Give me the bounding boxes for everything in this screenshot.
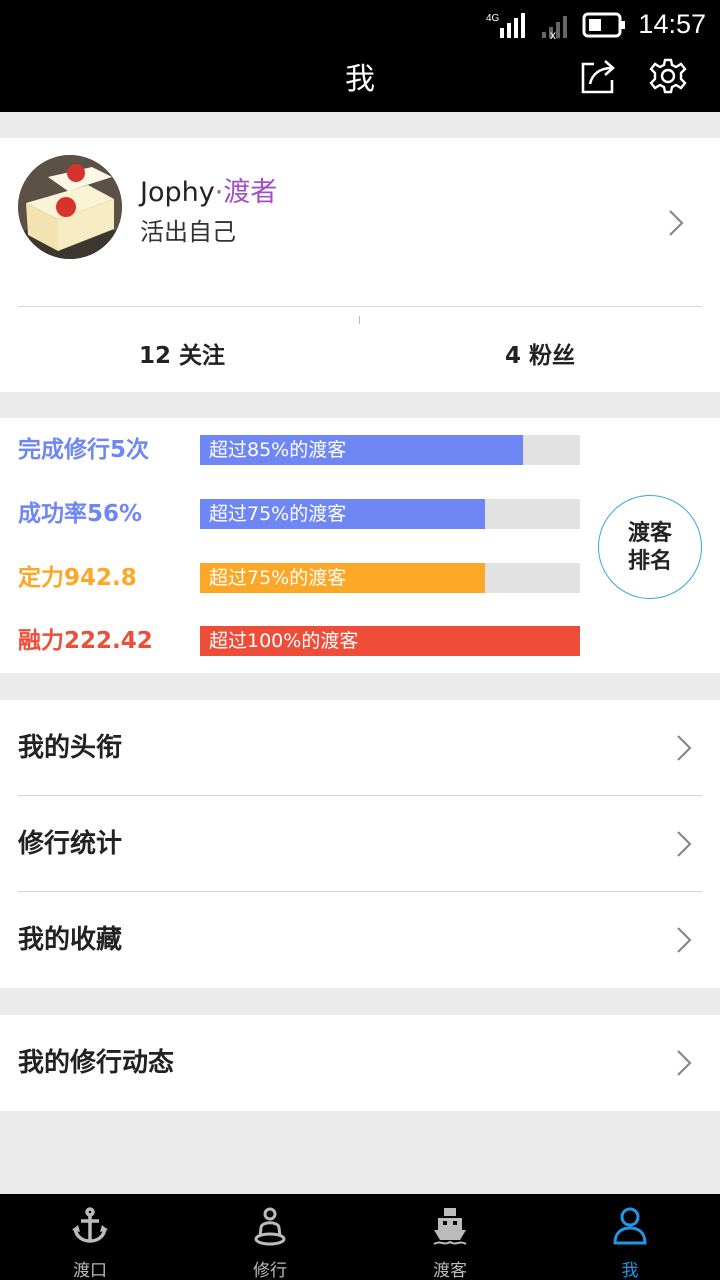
meditation-icon: [254, 1207, 286, 1246]
divider-tick: [359, 316, 360, 324]
svg-text:4G: 4G: [486, 13, 500, 24]
rank-label: 完成修行5次: [18, 437, 150, 463]
rank-label: 成功率56%: [18, 501, 143, 527]
menu-item-label: 我的收藏: [18, 925, 123, 955]
progress-track: 超过75%的渡客: [200, 499, 580, 529]
chevron-right-icon: [677, 831, 692, 857]
fans-count[interactable]: 4 粉丝: [505, 336, 575, 370]
username: Jophy: [140, 177, 215, 208]
profile-name: Jophy·渡者: [140, 170, 277, 209]
status-bar: 4G x 14:57: [0, 0, 720, 50]
clock: 14:57: [638, 9, 706, 39]
menu-item-statistics[interactable]: 修行统计: [0, 796, 720, 892]
chevron-right-icon: [677, 927, 692, 953]
battery-icon: [582, 12, 625, 38]
profile-card[interactable]: Jophy·渡者 活出自己 12 关注 4 粉丝: [0, 138, 720, 392]
tab-passengers[interactable]: 渡客: [360, 1194, 540, 1280]
gear-icon[interactable]: [648, 56, 688, 96]
progress-text: 超过100%的渡客: [209, 630, 359, 652]
divider: [18, 306, 702, 307]
menu-item-label: 我的头衔: [18, 733, 123, 763]
tab-me[interactable]: 我: [540, 1194, 720, 1280]
menu-item-activity[interactable]: 我的修行动态: [0, 1015, 720, 1111]
progress-track: 超过100%的渡客: [200, 626, 580, 656]
progress-track: 超过85%的渡客: [200, 435, 580, 465]
progress-text: 超过75%的渡客: [209, 503, 347, 525]
menu-item-favorites[interactable]: 我的收藏: [0, 892, 720, 988]
rank-row-completed: 完成修行5次 超过85%的渡客: [0, 430, 600, 470]
user-role: ·渡者: [214, 177, 278, 208]
ranking-button-line2: 排名: [627, 549, 672, 574]
person-icon: [613, 1207, 647, 1245]
tab-ferry[interactable]: 渡口: [0, 1194, 180, 1280]
ranking-button-line1: 渡客: [627, 521, 672, 546]
progress-text: 超过75%的渡客: [209, 567, 347, 589]
chevron-right-icon: [669, 210, 684, 236]
chevron-right-icon: [677, 1050, 692, 1076]
signal-none-icon: x: [542, 16, 567, 40]
signal-4g-icon: 4G: [486, 13, 525, 38]
share-icon[interactable]: [578, 56, 618, 96]
boat-icon: [433, 1208, 467, 1245]
progress-text: 超过85%的渡客: [209, 439, 347, 461]
follow-count[interactable]: 12 关注: [139, 336, 225, 370]
rank-row-fusion: 融力222.42 超过100%的渡客: [0, 621, 600, 661]
rank-label: 定力942.8: [18, 565, 137, 591]
tab-label: 渡口: [73, 1261, 107, 1280]
rank-row-success: 成功率56% 超过75%的渡客: [0, 494, 600, 534]
tab-practice[interactable]: 修行: [180, 1194, 360, 1280]
anchor-icon: [72, 1207, 108, 1243]
rank-label: 融力222.42: [18, 628, 153, 654]
ferry-ranking-button[interactable]: 渡客 排名: [598, 495, 702, 599]
profile-motto: 活出自己: [140, 218, 236, 246]
tab-label: 我: [621, 1261, 639, 1280]
bottom-tab-bar: 渡口 修行 渡客 我: [0, 1194, 720, 1280]
tab-label: 渡客: [433, 1261, 467, 1280]
chevron-right-icon: [677, 735, 692, 761]
menu-item-label: 我的修行动态: [18, 1048, 175, 1078]
avatar-image: [18, 155, 122, 259]
navbar: 我: [0, 50, 720, 112]
progress-track: 超过75%的渡客: [200, 563, 580, 593]
rank-row-focus: 定力942.8 超过75%的渡客: [0, 558, 600, 598]
menu-item-label: 修行统计: [18, 829, 123, 859]
ranking-card: 完成修行5次 超过85%的渡客 成功率56% 超过75%的渡客 定力942.8 …: [0, 418, 720, 673]
menu-item-titles[interactable]: 我的头衔: [0, 700, 720, 796]
tab-label: 修行: [253, 1261, 287, 1280]
svg-text:x: x: [550, 28, 556, 40]
menu-group-2: 我的修行动态: [0, 1015, 720, 1111]
avatar[interactable]: [18, 155, 122, 259]
menu-group-1: 我的头衔 修行统计 我的收藏: [0, 700, 720, 988]
